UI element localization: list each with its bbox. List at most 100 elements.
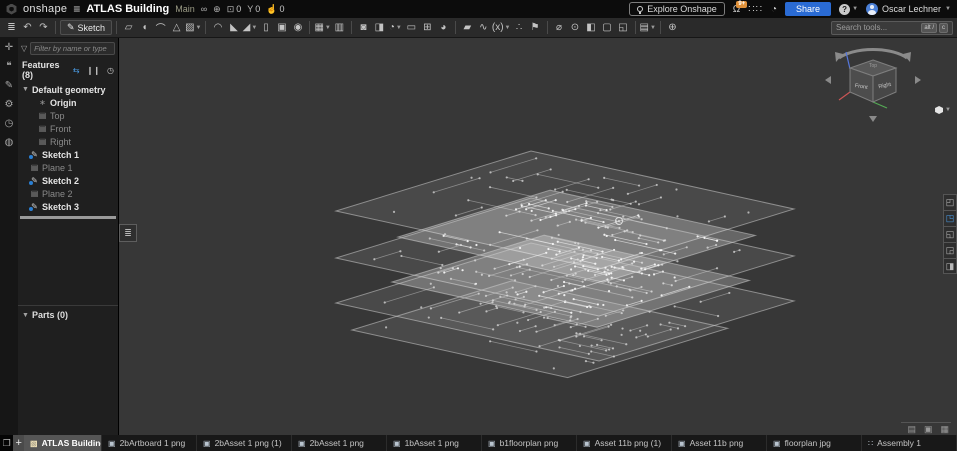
rotate-down-button[interactable] — [869, 116, 877, 122]
onshape-logo-icon[interactable] — [6, 3, 17, 15]
notes-icon[interactable]: ✎ — [5, 81, 13, 91]
measure-icon[interactable]: ⌀ — [552, 20, 567, 36]
sweep-icon[interactable]: ⌒ — [153, 20, 168, 36]
move-face-icon[interactable]: ⊞ — [420, 20, 435, 36]
draft-icon[interactable]: ◢ ▼ — [242, 20, 258, 36]
history-icon[interactable]: ◷ — [5, 119, 14, 129]
publication-icon[interactable]: ◍ — [5, 138, 14, 148]
intersect-icon[interactable]: ◔ ▼ — [388, 20, 403, 36]
variable-studio-icon[interactable]: ∴ — [512, 20, 527, 36]
helix-icon[interactable]: ∿ — [476, 20, 491, 36]
print-icon[interactable]: ▤ — [907, 424, 916, 435]
chevron-down-icon[interactable]: ▼ — [22, 86, 29, 93]
tree-item-top[interactable]: ▤ Top — [18, 109, 118, 122]
follow-mode-icon[interactable]: ✛ — [5, 43, 13, 53]
rotate-left-button[interactable] — [825, 76, 831, 84]
revolve-icon[interactable]: ◖ — [137, 20, 152, 36]
tag-icon[interactable]: ⚑ — [528, 20, 543, 36]
copies-counter[interactable]: ⊡ 0 — [227, 4, 242, 15]
undo-icon[interactable]: ↶ — [20, 20, 35, 36]
hole-icon[interactable]: ◉ — [290, 20, 305, 36]
delete-face-icon[interactable]: ▭ — [404, 20, 419, 36]
tree-item-origin[interactable]: ∗ Origin — [18, 96, 118, 109]
tree-item-default-geometry[interactable]: ▼ Default geometry — [18, 83, 118, 96]
forks-counter[interactable]: Y0 — [247, 4, 260, 14]
keyboard-shortcuts-icon[interactable]: ▦ — [940, 424, 949, 435]
rebuild-history-icon[interactable]: ◷ — [107, 66, 114, 75]
boolean-icon[interactable]: ◙ — [356, 20, 371, 36]
panel-collapse-handle[interactable]: ≣ — [119, 224, 137, 242]
sketch-button[interactable]: ✎ Sketch — [60, 20, 113, 35]
doc-tab-2basset-1-png[interactable]: ▣ 2bAsset 1 png — [292, 435, 387, 451]
doc-tab-2bartboard-1-png[interactable]: ▣ 2bArtboard 1 png — [102, 435, 197, 451]
isolate-icon[interactable]: ⊕ — [665, 20, 680, 36]
layers-tool-icon[interactable]: ◱ — [943, 226, 957, 242]
graphics-canvas[interactable]: ≣ Top Front Right ▼ ◰ ◳ ◱ ◲ ◨ ▤ ▣ ▦ — [119, 38, 957, 435]
doc-tab-1basset-1-png[interactable]: ▣ 1bAsset 1 png — [387, 435, 482, 451]
comment-icon[interactable]: ❝ — [6, 62, 11, 72]
rotate-arrows[interactable] — [838, 47, 908, 60]
workspace-name[interactable]: Main — [175, 4, 195, 14]
frame-icon[interactable]: ▢ — [600, 20, 615, 36]
view-cube[interactable]: Top Front Right — [817, 42, 929, 128]
filter-input[interactable]: Filter by name or type — [30, 42, 115, 55]
extract-icon[interactable]: ◱ — [616, 20, 631, 36]
notifications-button[interactable]: Ω 9+ — [733, 0, 748, 15]
modify-fillet-icon[interactable]: ◕ — [436, 20, 451, 36]
rotate-right-button[interactable] — [915, 76, 921, 84]
public-globe-icon[interactable]: ⊕ — [213, 4, 221, 15]
add-tab-button[interactable]: + — [13, 435, 24, 451]
sync-icon[interactable]: ⇆ — [73, 66, 80, 75]
capture-tool-icon[interactable]: ◨ — [943, 258, 957, 274]
tab-manager-icon[interactable]: ❐ — [0, 435, 13, 451]
rib-icon[interactable]: ▯ — [258, 20, 273, 36]
document-menu-icon[interactable]: ≡ — [73, 2, 80, 16]
redo-icon[interactable]: ↷ — [36, 20, 51, 36]
custom-feature-icon[interactable]: ▤ ▼ — [640, 20, 656, 36]
fillet-icon[interactable]: ◠ — [210, 20, 225, 36]
sheet-metal-icon[interactable]: ◧ — [584, 20, 599, 36]
tree-item-plane-2[interactable]: ▤ Plane 2 — [18, 187, 118, 200]
parts-header[interactable]: ▼ Parts (0) — [18, 305, 118, 324]
camera-icon[interactable]: ▣ — [924, 424, 933, 435]
search-tools-input[interactable]: Search tools... alt / c — [831, 20, 953, 35]
rollback-bar[interactable] — [20, 216, 116, 219]
tree-item-front[interactable]: ▤ Front — [18, 122, 118, 135]
chamfer-icon[interactable]: ◣ — [226, 20, 241, 36]
pause-icon[interactable]: ❙❙ — [87, 66, 100, 75]
cube-tool-icon[interactable]: ◰ — [943, 194, 957, 210]
doc-tab-2basset-1-png-1-[interactable]: ▣ 2bAsset 1 png (1) — [197, 435, 292, 451]
explore-onshape-button[interactable]: Explore Onshape — [629, 2, 725, 16]
grid-tool-icon[interactable]: ◲ — [943, 242, 957, 258]
thicken-icon[interactable]: ▨ ▼ — [185, 20, 201, 36]
split-icon[interactable]: ◨ — [372, 20, 387, 36]
plane-icon[interactable]: ▰ — [460, 20, 475, 36]
learning-center-icon[interactable]: ◔ — [771, 4, 777, 15]
link-icon[interactable]: ∞ — [201, 4, 207, 14]
help-menu[interactable]: ? ▼ — [839, 3, 858, 15]
tree-item-sketch-3[interactable]: ✎ Sketch 3 — [18, 200, 118, 213]
tree-item-sketch-1[interactable]: ✎ Sketch 1 — [18, 148, 118, 161]
doc-tab-assembly-1[interactable]: ∷ Assembly 1 — [862, 435, 957, 451]
feature-list-icon[interactable]: ≣ — [4, 20, 19, 36]
shell-icon[interactable]: ▣ — [274, 20, 289, 36]
doc-tab-asset-11b-png-1-[interactable]: ▣ Asset 11b png (1) — [577, 435, 672, 451]
mate-connector-icon[interactable]: ⊙ — [568, 20, 583, 36]
filter-funnel-icon[interactable]: ▽ — [21, 44, 27, 53]
tree-item-sketch-2[interactable]: ✎ Sketch 2 — [18, 174, 118, 187]
loft-icon[interactable]: △ — [169, 20, 184, 36]
onshape-wordmark[interactable]: onshape — [23, 3, 67, 15]
share-button[interactable]: Share — [785, 2, 832, 16]
tree-item-right[interactable]: ▤ Right — [18, 135, 118, 148]
config-icon[interactable]: ⚙ — [5, 100, 14, 110]
likes-counter[interactable]: ☝ 0 — [266, 4, 284, 15]
user-menu[interactable]: Oscar Lechner ▼ — [866, 3, 951, 15]
app-store-icon[interactable]: ∷∷ — [748, 4, 763, 15]
variable-icon[interactable]: (x) ▼ — [492, 20, 511, 36]
pattern-icon[interactable]: ▦ ▼ — [314, 20, 330, 36]
mirror-icon[interactable]: ▥ — [332, 20, 347, 36]
document-title[interactable]: ATLAS Building — [86, 3, 169, 15]
doc-tab-atlas-building[interactable]: ▧ ATLAS Building — [24, 435, 102, 451]
paint-tool-icon[interactable]: ◳ — [943, 210, 957, 226]
doc-tab-asset-11b-png[interactable]: ▣ Asset 11b png — [672, 435, 767, 451]
